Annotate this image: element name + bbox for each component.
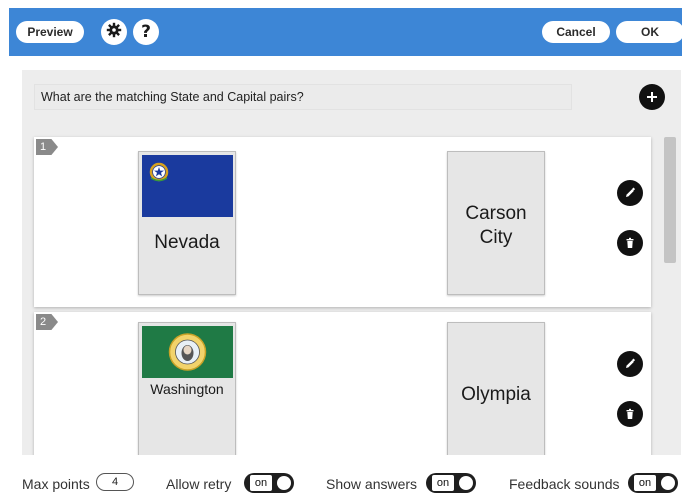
pencil-icon bbox=[624, 184, 636, 203]
allow-retry-toggle[interactable]: on bbox=[244, 473, 294, 493]
settings-button[interactable] bbox=[101, 19, 127, 45]
toggle-knob bbox=[277, 476, 291, 490]
capital-label: Carson City bbox=[465, 203, 527, 248]
toggle-state: on bbox=[250, 475, 272, 491]
state-label: Nevada bbox=[154, 232, 220, 253]
toggle-knob bbox=[661, 476, 675, 490]
capital-card[interactable]: Carson City bbox=[447, 151, 545, 295]
gear-icon bbox=[106, 22, 122, 43]
capital-card[interactable]: Olympia bbox=[447, 322, 545, 455]
max-points-label: Max points bbox=[22, 476, 90, 492]
pair-row: 2 Washington Olympia bbox=[34, 312, 651, 455]
ok-button[interactable]: OK bbox=[616, 21, 682, 43]
show-answers-toggle[interactable]: on bbox=[426, 473, 476, 493]
state-card[interactable]: Nevada bbox=[138, 151, 236, 295]
state-label: Washington bbox=[150, 381, 224, 397]
help-button[interactable]: ? bbox=[133, 19, 159, 45]
pairs-list[interactable]: 1 Nevada Carson City 2 Washington Olympi… bbox=[22, 124, 681, 455]
pair-number: 1 bbox=[36, 139, 58, 155]
delete-pair-button[interactable] bbox=[617, 230, 643, 256]
toggle-state: on bbox=[634, 475, 656, 491]
toggle-knob bbox=[459, 476, 473, 490]
question-input[interactable]: What are the matching State and Capital … bbox=[34, 84, 572, 110]
show-answers-label: Show answers bbox=[326, 476, 418, 492]
nevada-flag-icon bbox=[142, 155, 233, 217]
feedback-sounds-toggle[interactable]: on bbox=[628, 473, 678, 493]
pair-row: 1 Nevada Carson City bbox=[34, 137, 651, 307]
capital-label: Olympia bbox=[461, 384, 531, 405]
delete-pair-button[interactable] bbox=[617, 401, 643, 427]
trash-icon bbox=[624, 234, 636, 253]
state-card[interactable]: Washington bbox=[138, 322, 236, 455]
top-toolbar: Preview ? Cancel OK bbox=[9, 8, 682, 56]
edit-pair-button[interactable] bbox=[617, 180, 643, 206]
max-points-input[interactable]: 4 bbox=[96, 473, 134, 491]
cancel-button[interactable]: Cancel bbox=[542, 21, 610, 43]
question-icon: ? bbox=[141, 22, 151, 42]
pair-number: 2 bbox=[36, 314, 58, 330]
trash-icon bbox=[624, 405, 636, 424]
scrollbar-thumb[interactable] bbox=[664, 137, 676, 263]
preview-button[interactable]: Preview bbox=[16, 21, 84, 43]
allow-retry-label: Allow retry bbox=[166, 476, 232, 492]
add-pair-button[interactable] bbox=[639, 84, 665, 110]
feedback-sounds-label: Feedback sounds bbox=[509, 476, 620, 492]
settings-footer: Max points 4 Allow retry on Show answers… bbox=[0, 470, 682, 495]
edit-pair-button[interactable] bbox=[617, 351, 643, 377]
plus-icon bbox=[646, 88, 658, 107]
toggle-state: on bbox=[432, 475, 454, 491]
washington-flag-icon bbox=[142, 326, 233, 378]
pencil-icon bbox=[624, 355, 636, 374]
